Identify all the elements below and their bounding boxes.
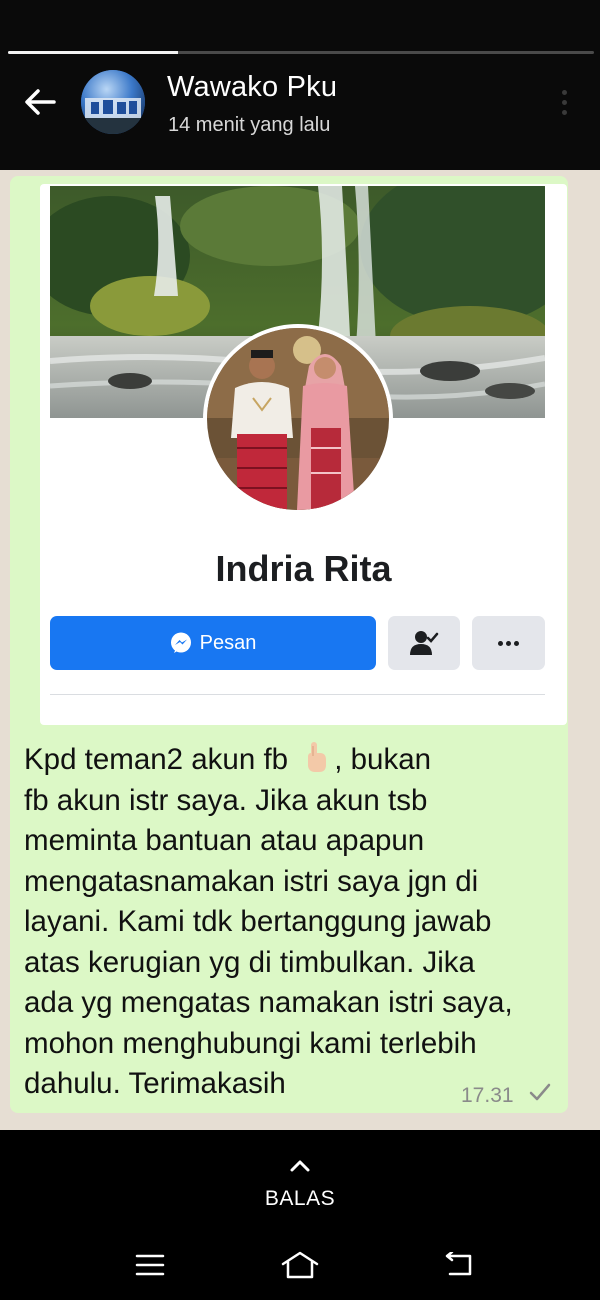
reply-area[interactable]: BALAS bbox=[0, 1130, 600, 1230]
home-button[interactable] bbox=[280, 1248, 320, 1282]
back-arrow-icon bbox=[25, 89, 56, 115]
back-button[interactable] bbox=[18, 80, 62, 124]
more-options-button[interactable] bbox=[550, 84, 578, 120]
single-check-icon bbox=[529, 1083, 551, 1101]
message-line: ada yg mengatas namakan istri saya, bbox=[24, 986, 513, 1019]
home-icon bbox=[281, 1251, 319, 1279]
message-button: Pesan bbox=[50, 616, 376, 670]
status-header: Wawako Pku 14 menit yang lalu bbox=[0, 0, 600, 170]
nav-back-icon bbox=[445, 1252, 472, 1276]
message-bubble[interactable]: Indria Rita Pesan Kpd teman2 akun fb , b… bbox=[10, 176, 568, 1113]
more-horiz-icon bbox=[498, 640, 503, 646]
message-line: meminta bantuan atau apapun bbox=[24, 824, 425, 857]
menu-lines-icon bbox=[135, 1254, 165, 1276]
profile-more-button bbox=[472, 616, 545, 670]
message-line: fb akun istr saya. Jika akun tsb bbox=[24, 783, 428, 817]
status-progress-fill bbox=[8, 51, 178, 54]
back-nav-button[interactable] bbox=[438, 1248, 478, 1282]
message-line: atas kerugian yg di timbulkan. Jika bbox=[24, 945, 475, 979]
friend-check-icon bbox=[410, 631, 439, 655]
reply-label[interactable]: BALAS bbox=[0, 1187, 600, 1211]
status-progress-bar bbox=[8, 51, 594, 54]
divider bbox=[50, 694, 545, 695]
friend-status-button bbox=[388, 616, 460, 670]
contact-avatar[interactable] bbox=[81, 70, 145, 134]
profile-picture bbox=[203, 324, 393, 514]
contact-name[interactable]: Wawako Pku bbox=[167, 71, 337, 104]
profile-name: Indria Rita bbox=[215, 548, 392, 589]
facebook-profile-screenshot: Indria Rita Pesan bbox=[40, 184, 567, 725]
chevron-up-icon bbox=[290, 1160, 310, 1172]
system-nav-bar bbox=[0, 1230, 600, 1300]
message-time: 17.31 bbox=[461, 1084, 514, 1107]
message-line: Kpd teman2 akun fb , bukan bbox=[24, 742, 432, 776]
status-time: 14 menit yang lalu bbox=[168, 114, 331, 136]
message-button-label: Pesan bbox=[199, 631, 257, 654]
messenger-icon bbox=[170, 632, 191, 653]
pointing-down-emoji-icon bbox=[308, 742, 327, 772]
more-vert-icon bbox=[561, 89, 567, 95]
chat-area: Indria Rita Pesan Kpd teman2 akun fb , b… bbox=[0, 170, 600, 1130]
message-line: mohon menghubungi kami terlebih bbox=[24, 1026, 477, 1060]
recents-button[interactable] bbox=[130, 1248, 170, 1282]
message-line: mengatasnamakan istri saya jgn di bbox=[24, 864, 479, 898]
message-text: Kpd teman2 akun fb , bukan fb akun istr … bbox=[24, 740, 564, 1105]
message-line: layani. Kami tdk bertanggung jawab bbox=[24, 905, 492, 938]
